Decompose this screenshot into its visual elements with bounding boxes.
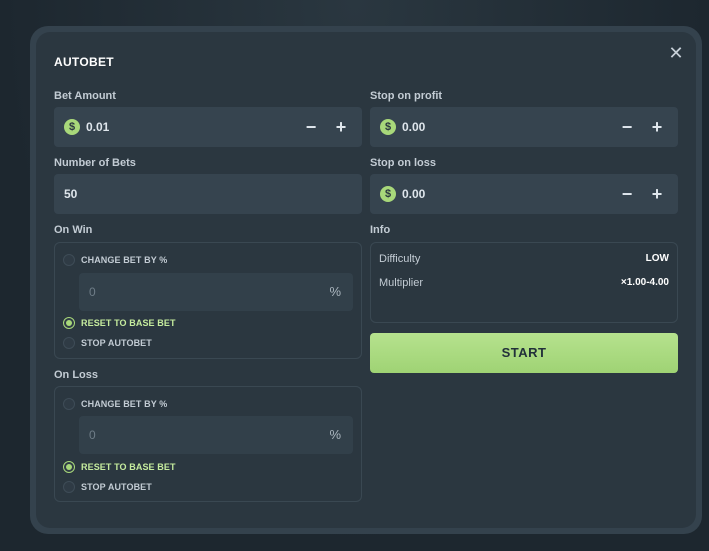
radio-unselected-icon <box>63 254 75 266</box>
on-win-panel: CHANGE BET BY % 0 % RESET TO BASE BET ST… <box>54 242 362 359</box>
bet-amount-value: 0.01 <box>86 120 110 134</box>
bet-amount-increment-button[interactable]: + <box>330 116 352 138</box>
stop-on-profit-field[interactable]: $ 0.00 − + <box>370 107 678 147</box>
on-win-stop-option[interactable]: STOP AUTOBET <box>63 336 152 350</box>
on-win-reset-label: RESET TO BASE BET <box>81 318 176 328</box>
stop-on-profit-label: Stop on profit <box>370 90 443 102</box>
radio-unselected-icon <box>63 398 75 410</box>
on-loss-reset-label: RESET TO BASE BET <box>81 462 176 472</box>
on-win-stop-label: STOP AUTOBET <box>81 338 152 348</box>
multiplier-value: ×1.00-4.00 <box>620 277 669 288</box>
on-loss-stop-label: STOP AUTOBET <box>81 482 152 492</box>
stop-on-loss-label: Stop on loss <box>370 157 436 169</box>
stop-on-profit-decrement-button[interactable]: − <box>616 116 638 138</box>
on-loss-change-bet-option[interactable]: CHANGE BET BY % <box>63 397 167 411</box>
dollar-coin-icon: $ <box>64 119 80 135</box>
radio-selected-icon <box>63 317 75 329</box>
autobet-modal: AUTOBET ✕ Bet Amount $ 0.01 − + Stop on … <box>36 32 696 528</box>
info-panel: Difficulty LOW Multiplier ×1.00-4.00 <box>370 242 678 323</box>
stop-on-loss-value: 0.00 <box>402 187 426 201</box>
on-loss-reset-option[interactable]: RESET TO BASE BET <box>63 460 176 474</box>
stop-on-loss-increment-button[interactable]: + <box>646 183 668 205</box>
stop-on-profit-value: 0.00 <box>402 120 426 134</box>
dollar-coin-icon: $ <box>380 186 396 202</box>
on-loss-label: On Loss <box>54 369 99 381</box>
percent-sign: % <box>329 427 341 442</box>
difficulty-value: LOW <box>645 253 669 264</box>
info-label: Info <box>370 224 391 236</box>
number-of-bets-label: Number of Bets <box>54 157 136 169</box>
number-of-bets-field[interactable]: 50 <box>54 174 362 214</box>
info-multiplier-row: Multiplier ×1.00-4.00 <box>379 277 669 291</box>
percent-sign: % <box>329 284 341 299</box>
on-win-change-bet-label: CHANGE BET BY % <box>81 255 168 265</box>
stop-on-profit-increment-button[interactable]: + <box>646 116 668 138</box>
dollar-coin-icon: $ <box>380 119 396 135</box>
modal-title: AUTOBET <box>54 55 114 69</box>
on-loss-stop-option[interactable]: STOP AUTOBET <box>63 480 152 494</box>
info-difficulty-row: Difficulty LOW <box>379 253 669 267</box>
on-win-reset-option[interactable]: RESET TO BASE BET <box>63 316 176 330</box>
bet-amount-decrement-button[interactable]: − <box>300 116 322 138</box>
on-loss-panel: CHANGE BET BY % 0 % RESET TO BASE BET ST… <box>54 386 362 502</box>
bet-amount-label: Bet Amount <box>54 90 116 102</box>
difficulty-label: Difficulty <box>379 253 421 265</box>
on-win-percent-input[interactable]: 0 % <box>79 273 353 311</box>
on-loss-percent-value: 0 <box>89 428 96 442</box>
on-win-percent-value: 0 <box>89 285 96 299</box>
number-of-bets-value: 50 <box>64 187 78 201</box>
stop-on-loss-field[interactable]: $ 0.00 − + <box>370 174 678 214</box>
start-button[interactable]: START <box>370 333 678 373</box>
radio-unselected-icon <box>63 337 75 349</box>
on-loss-change-bet-label: CHANGE BET BY % <box>81 399 168 409</box>
on-win-change-bet-option[interactable]: CHANGE BET BY % <box>63 253 167 267</box>
on-win-label: On Win <box>54 224 93 236</box>
radio-unselected-icon <box>63 481 75 493</box>
stop-on-loss-decrement-button[interactable]: − <box>616 183 638 205</box>
close-icon[interactable]: ✕ <box>666 43 686 63</box>
on-loss-percent-input[interactable]: 0 % <box>79 416 353 454</box>
bet-amount-field[interactable]: $ 0.01 − + <box>54 107 362 147</box>
radio-selected-icon <box>63 461 75 473</box>
multiplier-label: Multiplier <box>379 277 424 289</box>
